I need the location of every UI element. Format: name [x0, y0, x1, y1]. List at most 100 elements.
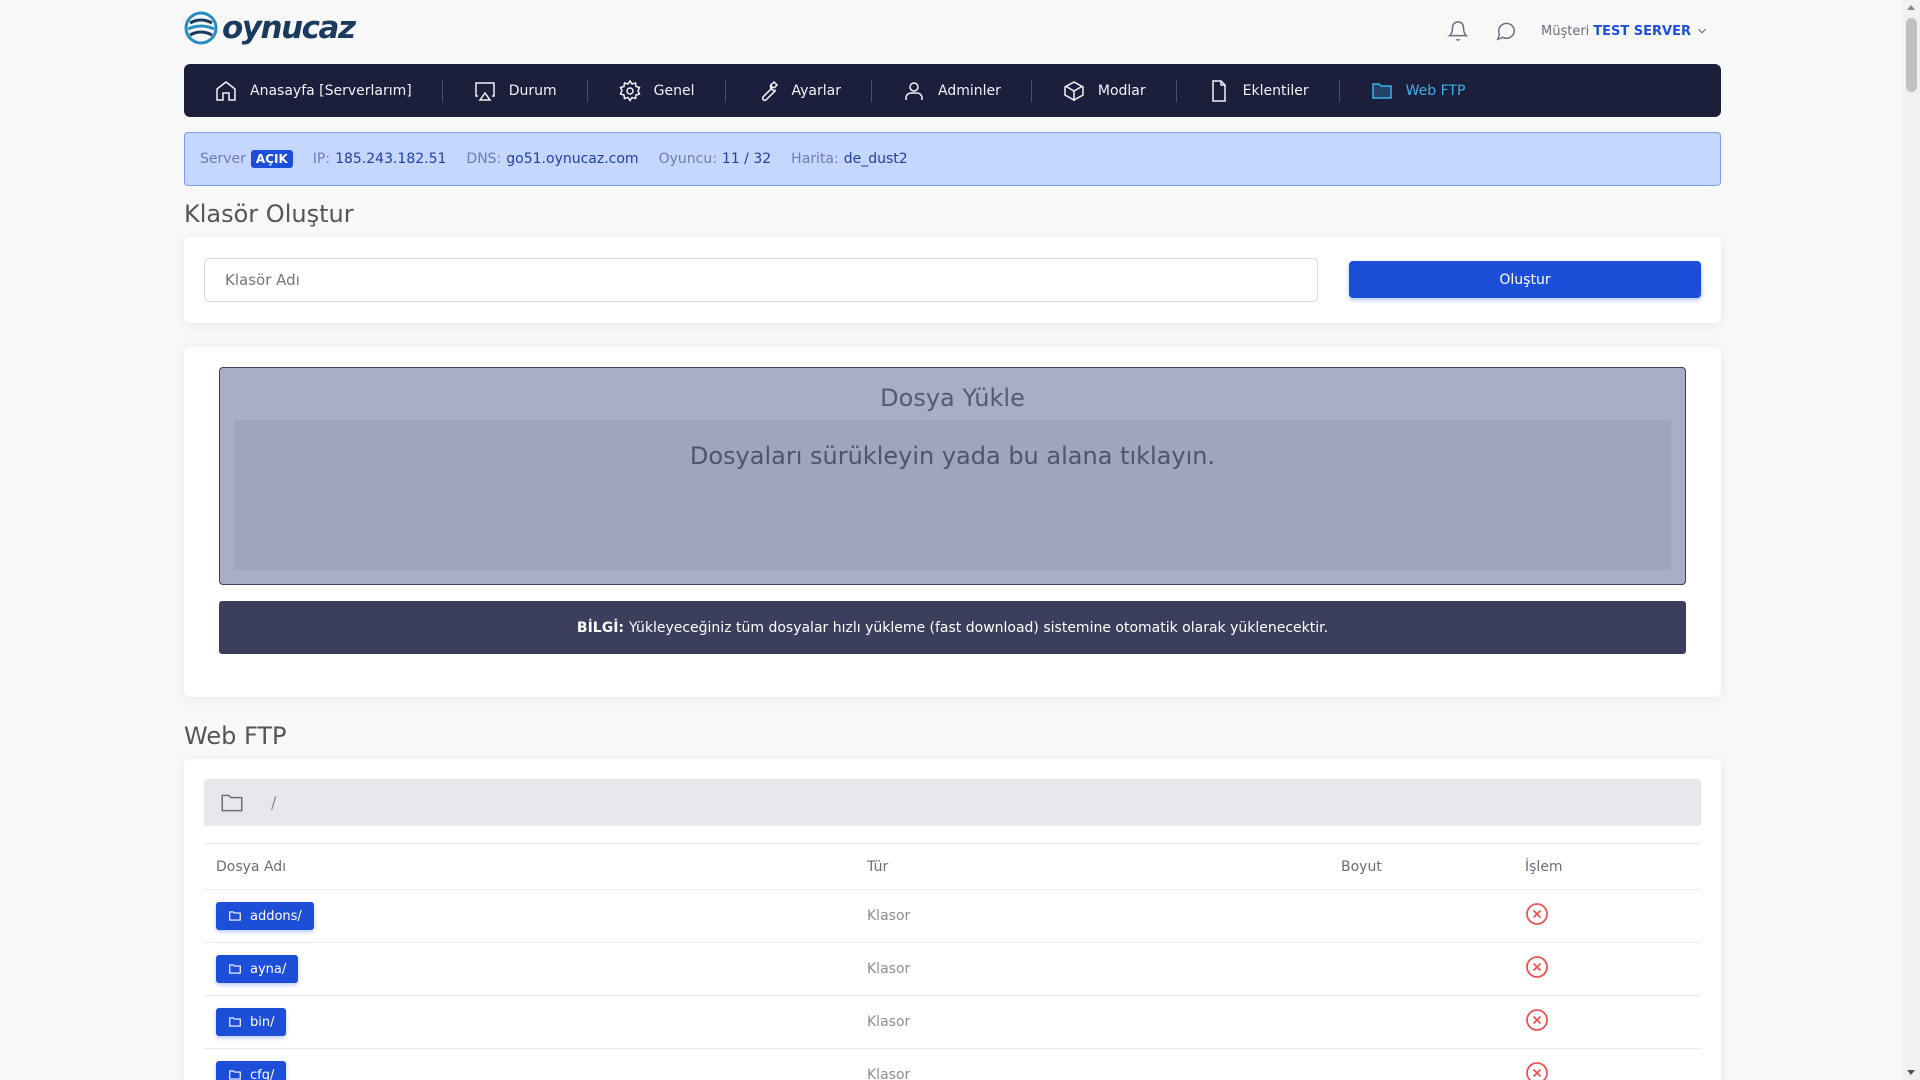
customer-label: Müşteri — [1541, 23, 1590, 39]
file-type: Klasor — [855, 1048, 1329, 1080]
user-icon — [905, 81, 923, 100]
nav-settings[interactable]: Ayarlar — [756, 64, 841, 117]
wrench-icon — [761, 80, 778, 101]
file-icon — [1211, 79, 1226, 102]
map-value: de_dust2 — [843, 151, 908, 167]
file-size — [1329, 995, 1513, 1049]
file-type: Klasor — [855, 942, 1329, 996]
nav-settings-label: Ayarlar — [791, 82, 841, 99]
nav-mods-label: Modlar — [1097, 82, 1146, 99]
breadcrumb: / — [204, 779, 1701, 826]
customer-menu[interactable]: Müşteri TEST SERVER — [1541, 24, 1709, 39]
scrollbar-thumb[interactable] — [1906, 18, 1917, 92]
nav-divider — [586, 79, 588, 102]
nav-webftp[interactable]: Web FTP — [1370, 64, 1466, 117]
file-size — [1329, 889, 1513, 943]
column-size-header: Boyut — [1329, 843, 1513, 890]
file-type: Klasor — [855, 889, 1329, 943]
table-row: cfg/ Klasor — [204, 1048, 1701, 1080]
folder-name-input[interactable] — [204, 258, 1318, 302]
nav-divider — [1030, 79, 1032, 102]
column-name-header: Dosya Adı — [204, 843, 855, 890]
nav-divider — [1338, 79, 1340, 102]
players-value: 11 / 32 — [721, 151, 772, 167]
file-type: Klasor — [855, 995, 1329, 1049]
scroll-down-arrow-icon[interactable] — [1907, 1070, 1915, 1075]
nav-divider — [441, 79, 443, 102]
folder-link-addons[interactable]: addons/ — [216, 902, 314, 930]
folder-name: bin/ — [250, 1014, 275, 1030]
folder-icon — [229, 911, 241, 921]
dns-label: DNS: — [466, 151, 502, 167]
nav-admins-label: Adminler — [937, 82, 1001, 99]
delete-icon[interactable] — [1525, 902, 1549, 926]
delete-icon[interactable] — [1525, 955, 1549, 979]
server-info-bar: Server AÇIK IP: 185.243.182.51 DNS: go51… — [184, 132, 1721, 186]
folder-link-ayna[interactable]: ayna/ — [216, 955, 299, 983]
folder-icon[interactable] — [219, 790, 245, 816]
nav-general-label: Genel — [653, 82, 695, 99]
file-table: Dosya Adı Tür Boyut İşlem addons/ Klasor — [204, 843, 1701, 1080]
nav-status-label: Durum — [508, 82, 557, 99]
nav-mods[interactable]: Modlar — [1062, 64, 1146, 117]
nav-divider — [870, 79, 872, 102]
nav-admins[interactable]: Adminler — [902, 64, 1001, 117]
nav-home-label: Anasayfa [Serverlarım] — [250, 82, 412, 99]
create-folder-card: Oluştur — [184, 237, 1721, 323]
ip-value: 185.243.182.51 — [335, 151, 447, 167]
delete-icon[interactable] — [1525, 1008, 1549, 1032]
nav-home[interactable]: Anasayfa [Serverlarım] — [214, 64, 412, 117]
logo[interactable]: oynucaz — [184, 10, 356, 46]
table-row: ayna/ Klasor — [204, 942, 1701, 996]
folder-name: addons/ — [250, 908, 302, 924]
dropzone-area[interactable]: Dosyaları sürükleyin yada bu alana tıkla… — [234, 420, 1671, 570]
upload-hint: Dosyaları sürükleyin yada bu alana tıkla… — [689, 442, 1216, 470]
dns-value: go51.oynucaz.com — [506, 151, 639, 167]
info-text: Yükleyeceğiniz tüm dosyalar hızlı yüklem… — [629, 619, 1329, 636]
main-navbar: Anasayfa [Serverlarım] Durum Genel Ayarl… — [184, 64, 1721, 117]
column-type-header: Tür — [855, 843, 1329, 890]
monitor-icon — [474, 81, 495, 101]
box-icon — [1064, 80, 1084, 101]
folder-name: ayna/ — [250, 961, 287, 977]
folder-icon — [229, 964, 241, 974]
server-label: Server — [200, 151, 246, 167]
folder-icon — [229, 1070, 241, 1080]
nav-status[interactable]: Durum — [473, 64, 557, 117]
nav-plugins-label: Eklentiler — [1242, 82, 1309, 99]
file-size — [1329, 1048, 1513, 1080]
nav-divider — [1175, 79, 1177, 102]
nav-plugins[interactable]: Eklentiler — [1207, 64, 1309, 117]
page: oynucaz Müşteri TEST SERVER Anasayfa [Se… — [184, 0, 1721, 1080]
nav-webftp-label: Web FTP — [1405, 82, 1466, 99]
create-folder-button[interactable]: Oluştur — [1349, 261, 1701, 298]
vertical-scrollbar[interactable] — [1903, 0, 1920, 1080]
folder-icon — [229, 1017, 241, 1027]
status-badge: AÇIK — [250, 150, 293, 168]
nav-general[interactable]: Genel — [618, 64, 695, 117]
folder-link-bin[interactable]: bin/ — [216, 1008, 287, 1036]
breadcrumb-path[interactable]: / — [271, 793, 276, 812]
upload-dropzone[interactable]: Dosya Yükle Dosyaları sürükleyin yada bu… — [219, 367, 1686, 585]
scroll-up-arrow-icon[interactable] — [1907, 5, 1915, 10]
folder-link-cfg[interactable]: cfg/ — [216, 1061, 287, 1080]
chevron-down-icon — [1698, 28, 1706, 34]
upload-title: Dosya Yükle — [880, 384, 1025, 412]
logo-text: oynucaz — [222, 10, 356, 46]
folder-name: cfg/ — [250, 1067, 275, 1080]
upload-info-alert: BİLGİ: Yükleyeceğiniz tüm dosyalar hızlı… — [219, 601, 1686, 654]
webftp-card: / Dosya Adı Tür Boyut İşlem addons/ Klas… — [184, 759, 1721, 1080]
globe-logo-icon — [184, 11, 218, 45]
players-label: Oyuncu: — [658, 151, 717, 167]
folder-icon — [1371, 82, 1392, 99]
file-size — [1329, 942, 1513, 996]
delete-icon[interactable] — [1525, 1061, 1549, 1080]
bell-icon[interactable] — [1445, 18, 1471, 44]
map-label: Harita: — [791, 151, 839, 167]
chat-icon[interactable] — [1493, 18, 1519, 44]
table-row: addons/ Klasor — [204, 889, 1701, 943]
home-icon — [216, 80, 236, 101]
table-row: bin/ Klasor — [204, 995, 1701, 1049]
column-action-header: İşlem — [1513, 843, 1701, 890]
info-label: BİLGİ: — [576, 619, 625, 636]
